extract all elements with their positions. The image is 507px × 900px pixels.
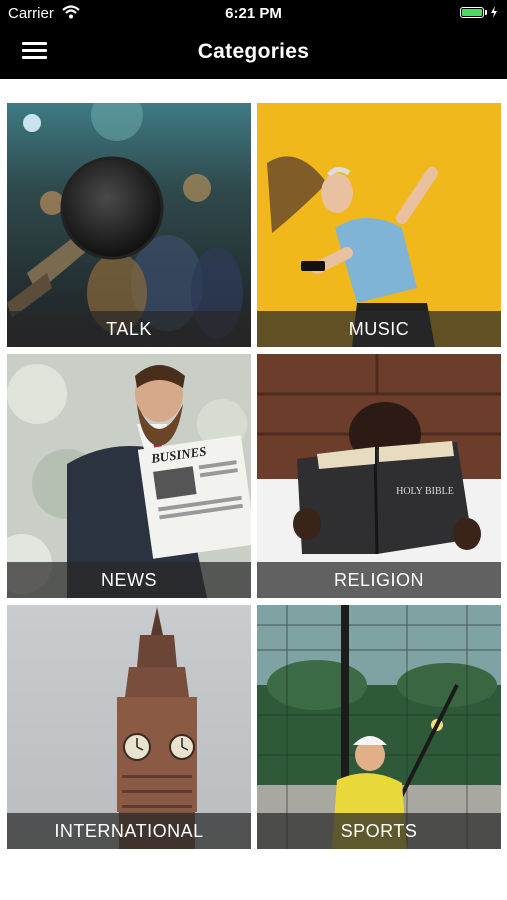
category-label: MUSIC — [348, 319, 410, 339]
category-label: TALK — [106, 319, 152, 339]
category-tile-talk[interactable]: TALK — [7, 103, 251, 347]
category-tile-sports[interactable]: SPORTS — [257, 605, 501, 849]
status-bar: Carrier 6:21 PM — [0, 0, 507, 28]
category-tile-religion[interactable]: HOLY BIBLE RELIGION — [257, 354, 501, 598]
category-tile-news[interactable]: BUSINES NEWS — [7, 354, 251, 598]
category-label: INTERNATIONAL — [54, 821, 204, 841]
clock-time: 6:21 PM — [225, 5, 282, 22]
category-label: NEWS — [101, 570, 157, 590]
category-label: SPORTS — [340, 821, 418, 841]
battery-icon — [460, 6, 498, 18]
book-title: HOLY BIBLE — [396, 486, 454, 497]
category-label: RELIGION — [333, 570, 425, 590]
category-tile-international[interactable]: INTERNATIONAL — [7, 605, 251, 849]
page-title: Categories — [197, 40, 310, 63]
navigation-bar: Carrier 6:21 PM Categories — [0, 0, 507, 79]
charging-bolt-icon — [491, 6, 497, 18]
category-tile-music[interactable]: MUSIC — [257, 103, 501, 347]
